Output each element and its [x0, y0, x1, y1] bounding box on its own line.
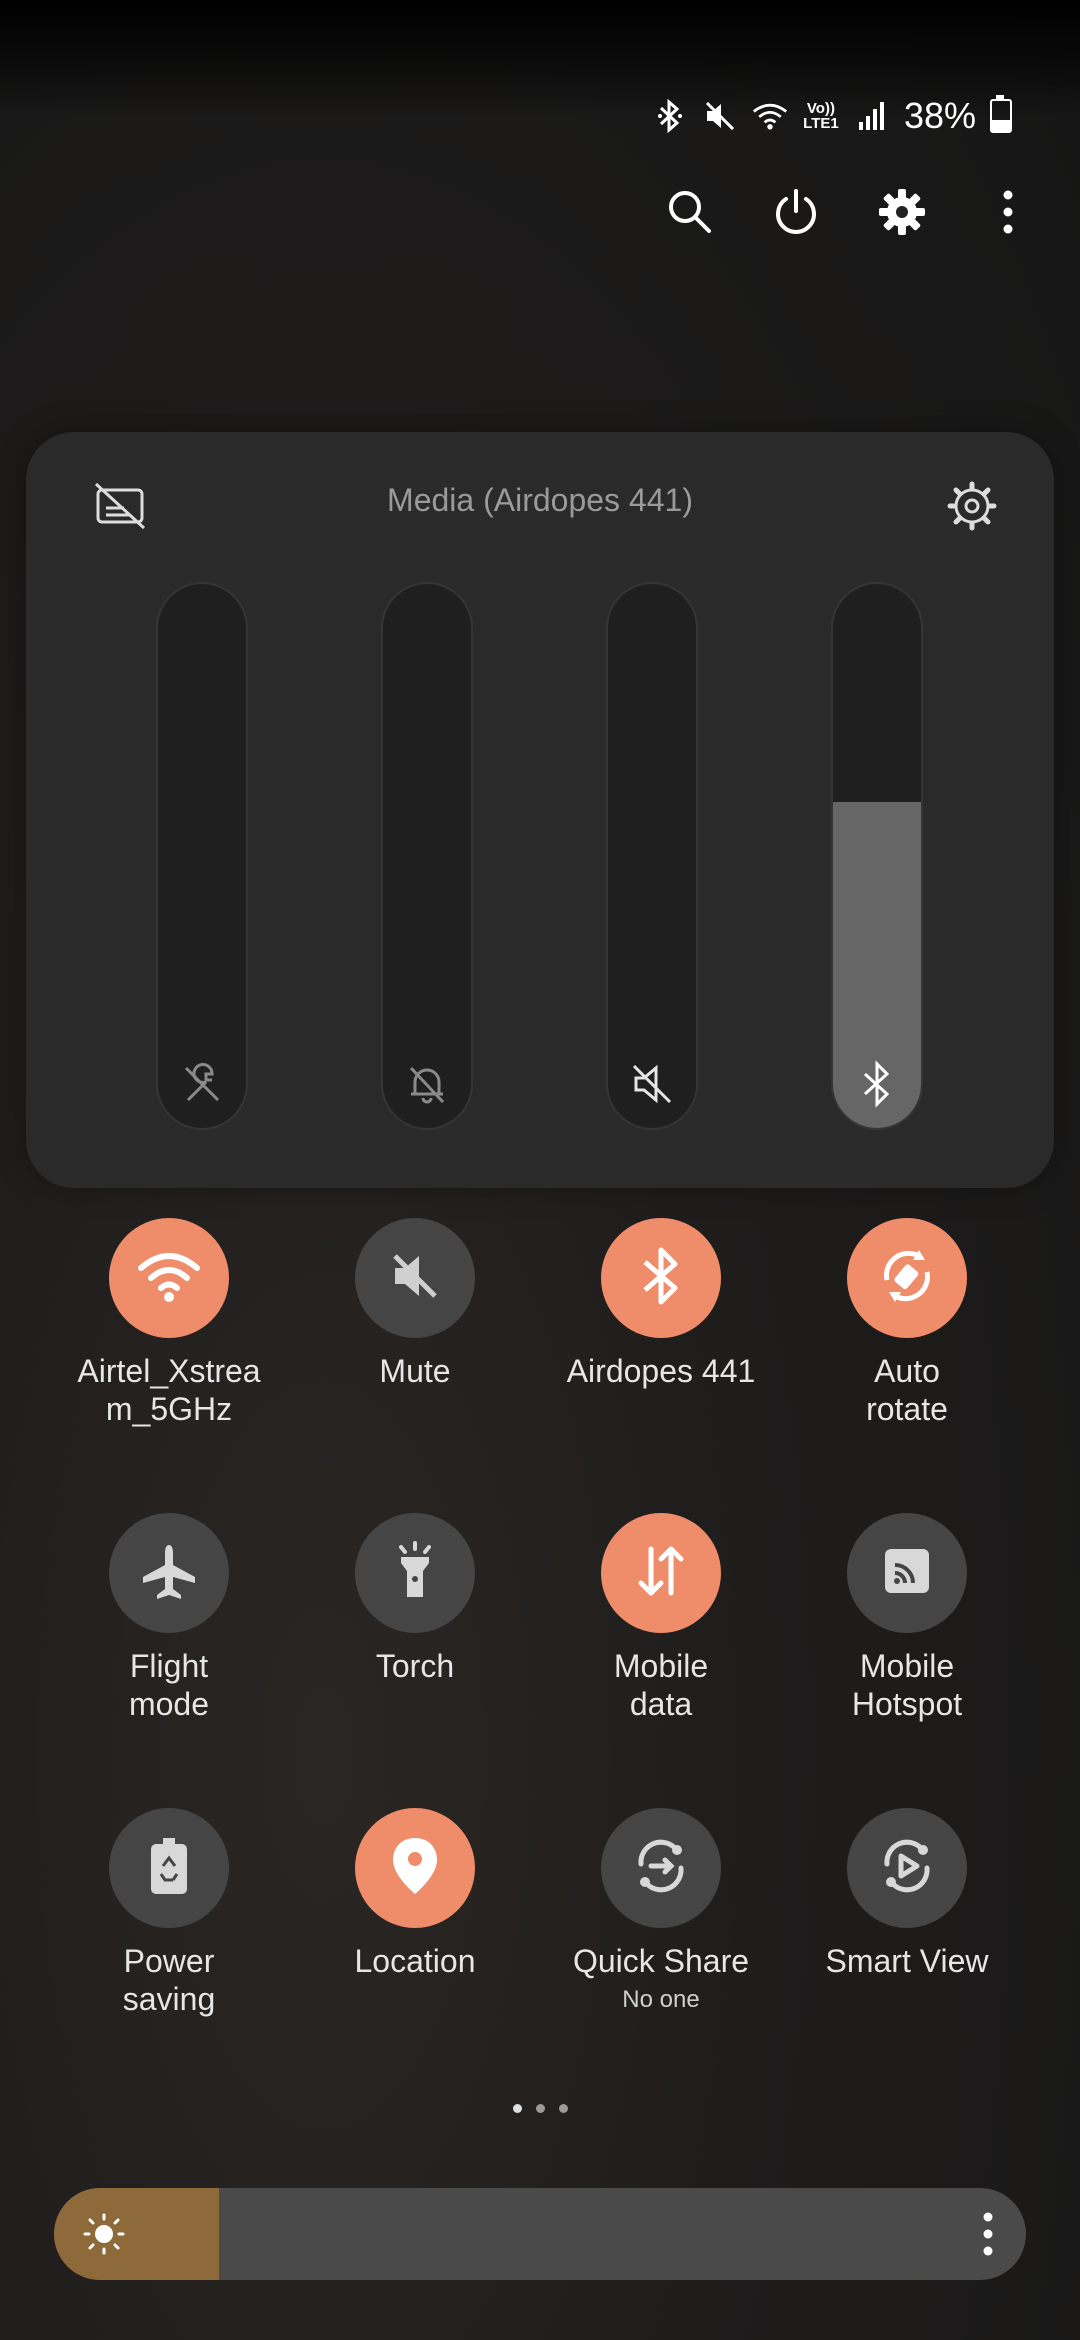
power-saving-icon [145, 1834, 193, 1903]
tile-label: Power saving [122, 1943, 216, 2017]
page-dot[interactable] [512, 2104, 522, 2113]
auto-rotate-icon [875, 1244, 939, 1313]
power-icon [776, 189, 816, 234]
tile-mobilehotspot[interactable]: Mobile Hotspot [784, 1513, 1030, 1723]
volume-settings-button[interactable] [944, 478, 1000, 534]
tile-label: Airdopes 441 [566, 1353, 756, 1389]
tile-label: Mute [379, 1353, 451, 1389]
power-button[interactable] [764, 180, 828, 244]
brightness-slider[interactable] [54, 2188, 1026, 2280]
search-icon [669, 191, 711, 233]
system-volume-slider[interactable] [156, 582, 248, 1130]
mute-icon [387, 1248, 443, 1309]
tile-mobiledata[interactable]: Mobile data [538, 1513, 784, 1723]
more-vertical-icon [1003, 190, 1013, 234]
notification-volume-slider[interactable] [381, 582, 473, 1130]
signal-icon [854, 98, 890, 134]
tile-sublabel: No one [622, 1986, 700, 2013]
tile-label: Torch [375, 1648, 455, 1684]
volume-panel-title: Media (Airdopes 441) [387, 482, 693, 518]
torch-icon [387, 1539, 443, 1608]
ringtone-volume-slider[interactable] [606, 582, 698, 1130]
quick-share-icon [629, 1834, 693, 1903]
gear-icon [879, 189, 925, 235]
settings-button[interactable] [870, 180, 934, 244]
page-dot[interactable] [558, 2104, 568, 2113]
page-dot[interactable] [535, 2104, 545, 2113]
media-volume-slider[interactable] [831, 582, 923, 1130]
tile-toggle-button[interactable] [355, 1513, 475, 1633]
speaker-muted-icon [632, 1064, 672, 1104]
volume-panel: Media (Airdopes 441) [26, 432, 1054, 1188]
tile-label: Flight mode [128, 1648, 210, 1722]
volte-icon: Vo)) LTE1 [803, 100, 839, 132]
bluetooth-icon [863, 1060, 890, 1108]
more-options-button[interactable] [976, 180, 1040, 244]
wifi-icon [137, 1248, 201, 1309]
tile-torch[interactable]: Torch [292, 1513, 538, 1685]
battery-icon [990, 95, 1012, 133]
tile-flightmode[interactable]: Flight mode [46, 1513, 292, 1723]
tile-toggle-button[interactable] [109, 1808, 229, 1928]
tile-label: Location [354, 1943, 476, 1979]
tile-label: Quick Share [572, 1943, 750, 1979]
airplane-icon [137, 1539, 201, 1608]
bell-off-icon [409, 1066, 445, 1104]
gear-icon [947, 481, 997, 531]
mobile-data-icon [629, 1539, 693, 1608]
tile-toggle-button[interactable] [601, 1808, 721, 1928]
wrench-icon [184, 1063, 220, 1102]
tile-toggle-button[interactable] [847, 1513, 967, 1633]
tile-toggle-button[interactable] [355, 1218, 475, 1338]
tile-toggle-button[interactable] [109, 1218, 229, 1338]
battery-percent: 38% [903, 95, 976, 136]
tile-smart-view[interactable]: Smart View [784, 1808, 1030, 1980]
tile-location[interactable]: Location [292, 1808, 538, 1980]
hotspot-icon [879, 1543, 935, 1604]
wifi-icon [752, 98, 788, 134]
mute-icon [702, 98, 738, 134]
tile-label: Smart View [825, 1943, 989, 1979]
bluetooth-icon [637, 1244, 685, 1313]
page-indicator [0, 2104, 1080, 2113]
tile-toggle-button[interactable] [847, 1808, 967, 1928]
tile-label: Airtel_Xstrea m_5GHz [77, 1353, 261, 1427]
tile-label: Mobile data [613, 1648, 709, 1722]
tile-airtel-xstream-5ghz[interactable]: Airtel_Xstrea m_5GHz [46, 1218, 292, 1428]
tile-toggle-button[interactable] [355, 1808, 475, 1928]
brightness-options-button[interactable] [978, 2208, 998, 2260]
tile-toggle-button[interactable] [601, 1218, 721, 1338]
tile-toggle-button[interactable] [109, 1513, 229, 1633]
status-bar: Vo)) LTE1 38% [652, 92, 1012, 140]
location-icon [387, 1834, 443, 1903]
tile-toggle-button[interactable] [601, 1513, 721, 1633]
smart-view-icon [875, 1834, 939, 1903]
tile-toggle-button[interactable] [847, 1218, 967, 1338]
tile-label: Mobile Hotspot [851, 1648, 963, 1722]
search-button[interactable] [658, 180, 722, 244]
tile-label: Auto rotate [866, 1353, 948, 1427]
tile-autorotate[interactable]: Auto rotate [784, 1218, 1030, 1428]
bluetooth-icon [652, 98, 688, 134]
tile-airdopes-441[interactable]: Airdopes 441 [538, 1218, 784, 1390]
tile-quick-share[interactable]: Quick Share No one [538, 1808, 784, 2014]
sun-icon [83, 2213, 125, 2255]
tile-powersaving[interactable]: Power saving [46, 1808, 292, 2018]
header-actions [658, 180, 1040, 244]
tile-mute[interactable]: Mute [292, 1218, 538, 1390]
